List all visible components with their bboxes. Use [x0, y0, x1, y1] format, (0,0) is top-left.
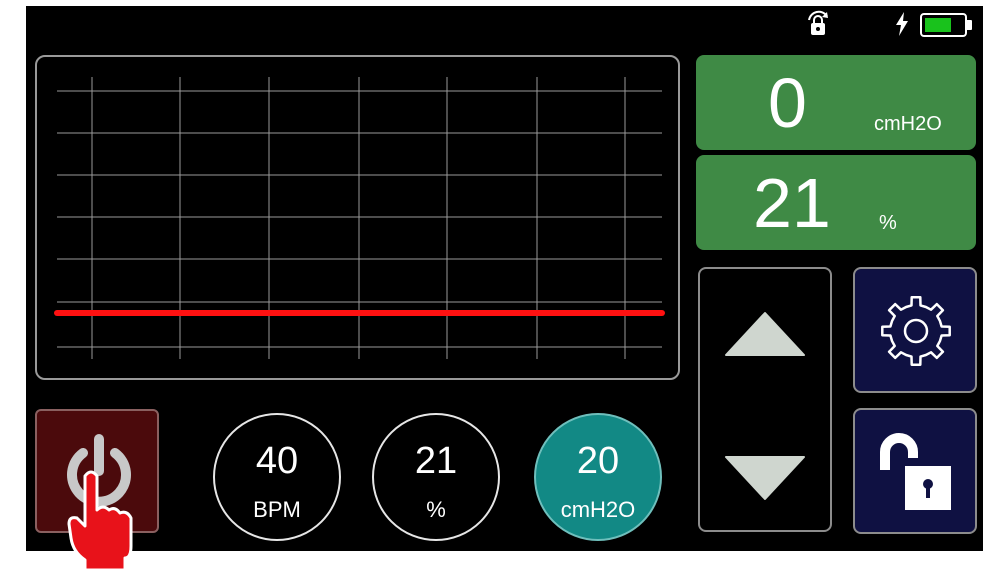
rate-setting-button[interactable]: 40 BPM [213, 413, 341, 541]
rate-label: BPM [253, 497, 301, 522]
pressure-unit: cmH2O [874, 113, 942, 135]
gear-icon [881, 296, 951, 366]
triangle-up-icon[interactable] [724, 311, 806, 357]
battery-icon [920, 13, 972, 37]
pressure-setting-button[interactable]: 20 cmH2O [534, 413, 662, 541]
oxygen-setting-label: % [426, 497, 446, 522]
settings-button[interactable] [853, 267, 977, 393]
oxygen-setting-button[interactable]: 21 % [372, 413, 500, 541]
unlocked-padlock-icon [880, 433, 951, 510]
pointing-hand-icon [67, 470, 133, 570]
pressure-value: 0 [768, 64, 807, 142]
lightning-bolt-icon [896, 12, 908, 36]
oxygen-readout: 21 % [696, 155, 976, 250]
gear-outline [881, 296, 951, 366]
unlock-button[interactable] [853, 408, 977, 534]
pressure-waveform-panel [35, 55, 680, 380]
oxygen-unit: % [879, 212, 897, 234]
screen-rotation-lock-icon[interactable] [805, 10, 833, 40]
waveform-grid [54, 77, 665, 359]
pressure-readout: 0 cmH2O [696, 55, 976, 150]
pressure-setting-value: 20 [576, 440, 620, 482]
pressure-setting-label: cmH2O [560, 497, 636, 522]
oxygen-setting-value: 21 [414, 440, 458, 482]
rate-value: 40 [255, 440, 299, 482]
triangle-down-icon[interactable] [724, 455, 806, 501]
oxygen-value: 21 [753, 164, 831, 242]
adjust-panel [698, 267, 832, 532]
